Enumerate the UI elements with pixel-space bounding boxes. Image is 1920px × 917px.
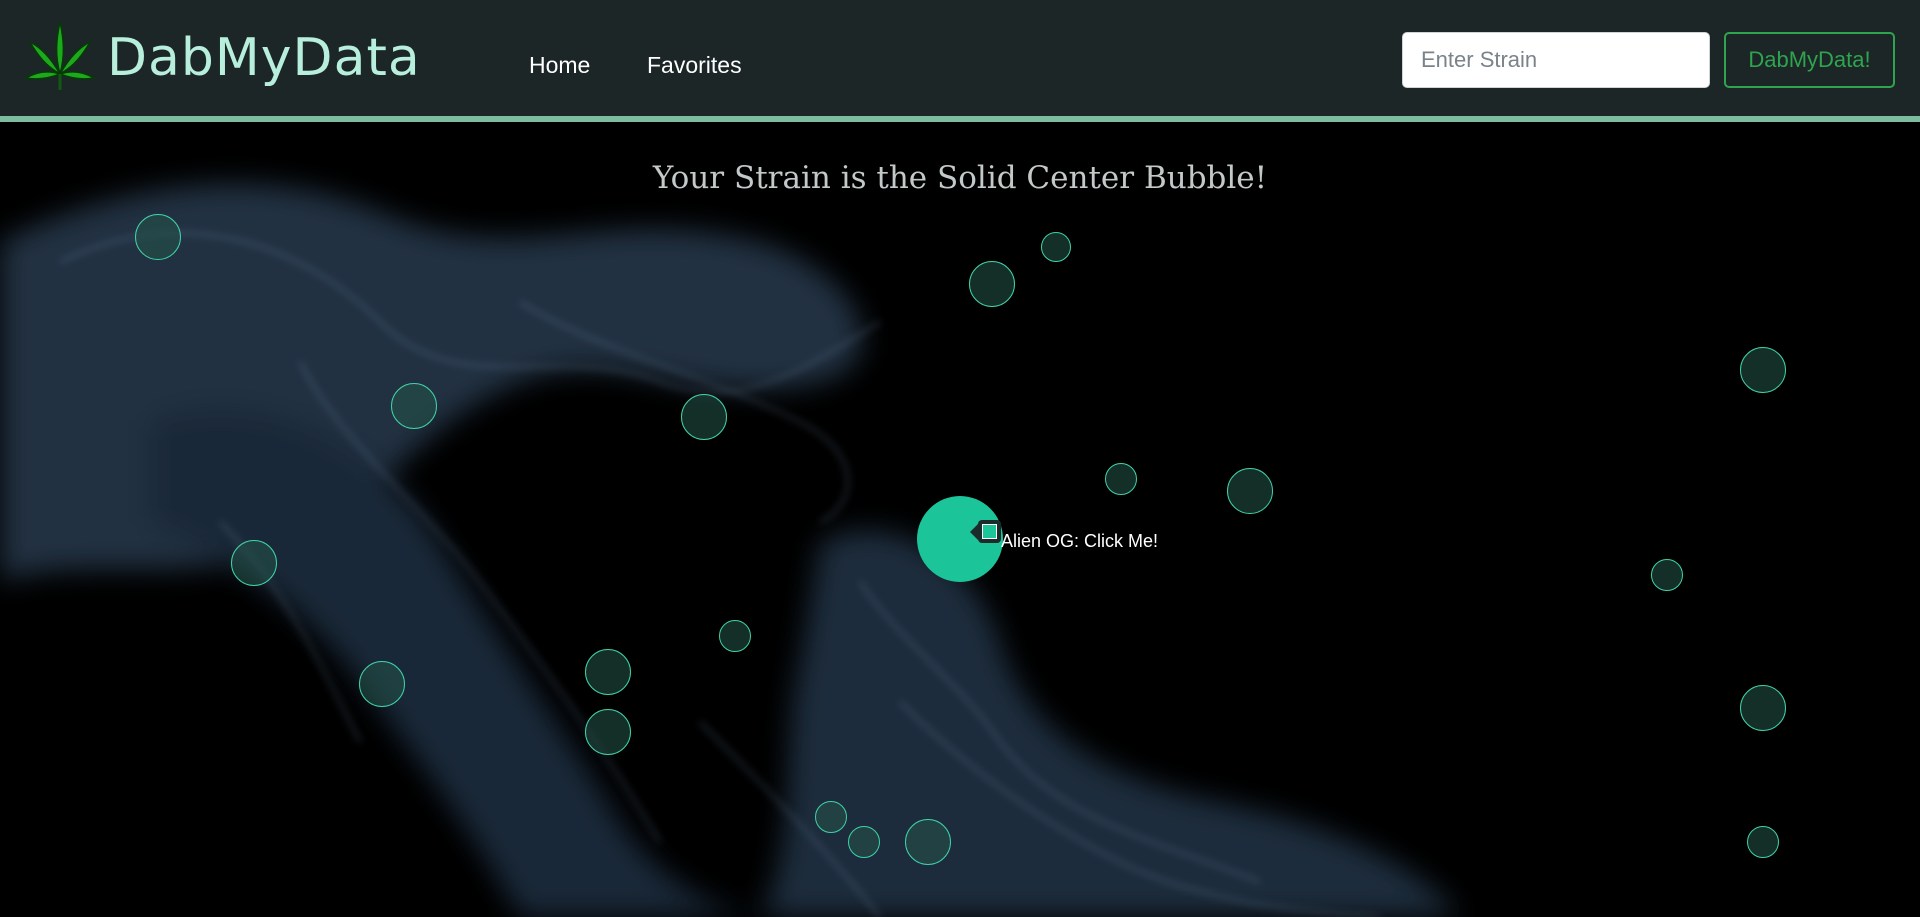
strain-bubble[interactable]	[681, 394, 727, 440]
strain-bubble[interactable]	[905, 819, 951, 865]
strain-bubble[interactable]	[1651, 559, 1683, 591]
strain-bubble[interactable]	[1740, 347, 1786, 393]
color-swatch	[982, 524, 997, 539]
tooltip-pointer	[970, 523, 978, 540]
tooltip-label: Alien OG: Click Me!	[1001, 531, 1159, 551]
strain-bubble[interactable]	[359, 661, 405, 707]
strain-search-input[interactable]	[1402, 32, 1710, 88]
strain-bubble[interactable]	[1227, 468, 1273, 514]
page-headline: Your Strain is the Solid Center Bubble!	[652, 160, 1268, 196]
cannabis-leaf-icon[interactable]	[24, 18, 96, 92]
strain-bubble[interactable]	[969, 261, 1015, 307]
strain-bubble[interactable]	[848, 826, 880, 858]
strain-bubble[interactable]	[231, 540, 277, 586]
strain-bubble[interactable]	[719, 620, 751, 652]
tooltip-box	[978, 520, 1001, 543]
strain-bubble[interactable]	[585, 649, 631, 695]
strain-bubble[interactable]	[585, 709, 631, 755]
dabmydata-submit-button[interactable]: DabMyData!	[1724, 32, 1895, 88]
strain-bubble[interactable]	[1747, 826, 1779, 858]
strain-bubble[interactable]	[1041, 232, 1071, 262]
brand-name[interactable]: DabMyData	[107, 28, 421, 88]
navbar: DabMyData Home Favorites DabMyData!	[0, 0, 1920, 122]
strain-bubble[interactable]	[135, 214, 181, 260]
strain-bubble[interactable]	[1740, 685, 1786, 731]
strain-tooltip: Alien OG: Click Me!	[970, 520, 1158, 551]
strain-bubble[interactable]	[815, 801, 847, 833]
bubble-chart: Alien OG: Click Me!	[0, 0, 1920, 917]
strain-bubble[interactable]	[391, 383, 437, 429]
nav-favorites-link[interactable]: Favorites	[647, 50, 742, 80]
strain-bubble[interactable]	[1105, 463, 1137, 495]
nav-home-link[interactable]: Home	[529, 50, 590, 80]
